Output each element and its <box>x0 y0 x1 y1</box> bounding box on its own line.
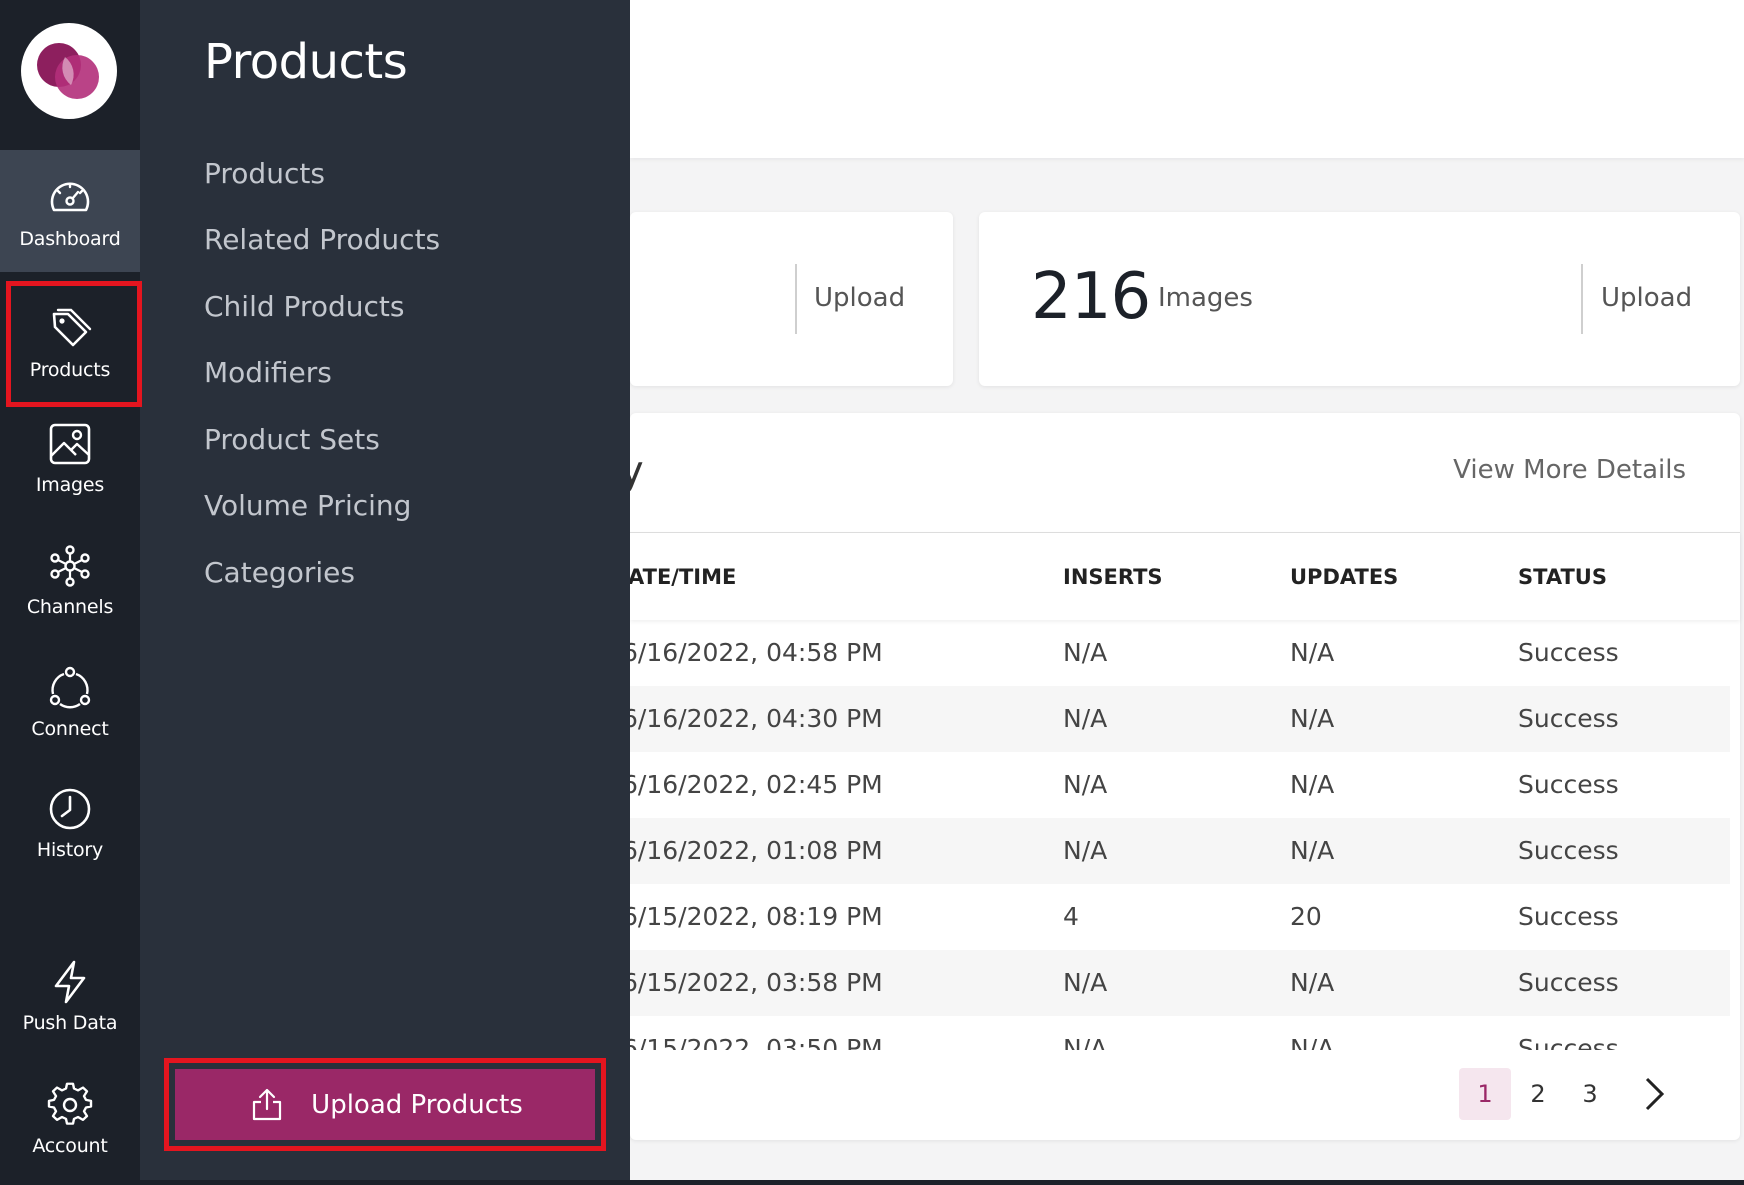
row-datetime: 6/16/2022, 02:45 PM <box>622 770 883 799</box>
row-status: Success <box>1518 704 1619 733</box>
upload-products-label: Upload Products <box>311 1089 523 1120</box>
rail-item-products[interactable]: Products <box>0 281 142 407</box>
page-2-button[interactable]: 2 <box>1512 1068 1564 1120</box>
upload-products-highlight: Upload Products <box>164 1058 606 1151</box>
row-status: Success <box>1518 902 1619 931</box>
tag-icon <box>52 308 92 347</box>
row-datetime: 6/15/2022, 03:58 PM <box>622 968 883 997</box>
view-more-details-link[interactable]: View More Details <box>1453 455 1686 485</box>
stat-card-divider <box>1581 264 1583 334</box>
menu-item-product-sets[interactable]: Product Sets <box>204 423 380 456</box>
row-updates: N/A <box>1290 836 1335 865</box>
upload-icon <box>253 1088 282 1120</box>
column-header-inserts[interactable]: INSERTS <box>1063 565 1163 589</box>
rail-item-label: Connect <box>31 718 109 740</box>
menu-item-related-products[interactable]: Related Products <box>204 223 440 256</box>
images-upload-link[interactable]: Upload <box>1601 283 1692 313</box>
menu-item-volume-pricing[interactable]: Volume Pricing <box>204 489 411 522</box>
rail-item-history[interactable]: History <box>0 761 140 883</box>
row-status: Success <box>1518 968 1619 997</box>
row-inserts: N/A <box>1063 770 1108 799</box>
column-header-updates[interactable]: UPDATES <box>1290 565 1398 589</box>
dashboard-gauge-icon <box>50 182 90 212</box>
row-inserts: N/A <box>1063 638 1108 667</box>
flyout-title: Products <box>204 34 408 90</box>
row-status: Success <box>1518 836 1619 865</box>
table-row[interactable]: 6/16/2022, 02:45 PM N/A N/A Success <box>622 752 1730 818</box>
rail-item-account[interactable]: Account <box>0 1057 140 1179</box>
icon-rail: Dashboard Products Images Channels Conne… <box>0 0 142 1185</box>
rail-item-images[interactable]: Images <box>0 396 140 518</box>
rail-item-label: History <box>36 839 104 861</box>
upload-products-button[interactable]: Upload Products <box>175 1069 595 1140</box>
column-header-datetime[interactable]: ATE/TIME <box>628 565 736 589</box>
rail-item-label: Dashboard <box>19 228 121 250</box>
row-updates: N/A <box>1290 968 1335 997</box>
row-updates: N/A <box>1290 770 1335 799</box>
images-label: Images <box>1158 283 1253 313</box>
gear-icon <box>47 1082 93 1125</box>
rail-item-label: Images <box>35 474 105 496</box>
row-updates: N/A <box>1290 1034 1335 1050</box>
row-datetime: 6/16/2022, 01:08 PM <box>622 836 883 865</box>
row-status: Success <box>1518 770 1619 799</box>
rail-item-label: Push Data <box>22 1012 118 1034</box>
table-row[interactable]: 6/15/2022, 03:50 PM N/A N/A Success <box>630 1020 1730 1050</box>
network-icon <box>50 545 90 587</box>
bottom-edge <box>0 1180 1744 1185</box>
menu-item-modifiers[interactable]: Modifiers <box>204 356 332 389</box>
row-inserts: 4 <box>1063 902 1079 931</box>
top-header-bar <box>630 0 1744 158</box>
row-updates: 20 <box>1290 902 1322 931</box>
row-status: Success <box>1518 638 1619 667</box>
lightning-icon <box>54 960 86 1004</box>
menu-item-products[interactable]: Products <box>204 157 325 190</box>
row-datetime: 6/16/2022, 04:30 PM <box>622 704 883 733</box>
image-icon <box>49 423 91 465</box>
rail-item-push-data[interactable]: Push Data <box>0 934 140 1056</box>
rail-item-dashboard[interactable]: Dashboard <box>0 150 140 272</box>
chevron-right-icon <box>1645 1077 1665 1111</box>
row-inserts: N/A <box>1063 1034 1108 1050</box>
rail-item-connect[interactable]: Connect <box>0 640 140 762</box>
row-datetime: 6/15/2022, 08:19 PM <box>622 902 883 931</box>
row-updates: N/A <box>1290 704 1335 733</box>
row-updates: N/A <box>1290 638 1335 667</box>
table-row[interactable]: 6/16/2022, 04:58 PM N/A N/A Success <box>622 620 1730 686</box>
rail-item-label: Channels <box>26 596 114 618</box>
images-count: 216 <box>1031 260 1151 334</box>
stat-card-upload-link[interactable]: Upload <box>814 283 905 313</box>
menu-item-child-products[interactable]: Child Products <box>204 290 404 323</box>
row-datetime: 6/15/2022, 03:50 PM <box>630 1034 883 1050</box>
rail-item-channels[interactable]: Channels <box>0 518 140 640</box>
page-3-button[interactable]: 3 <box>1564 1068 1616 1120</box>
products-flyout-menu: Products Products Related Products Child… <box>140 0 630 1185</box>
table-row[interactable]: 6/15/2022, 08:19 PM 4 20 Success <box>622 884 1730 950</box>
table-header: ATE/TIME INSERTS UPDATES STATUS <box>628 532 1740 620</box>
logo-icon <box>37 43 99 99</box>
row-inserts: N/A <box>1063 836 1108 865</box>
app-logo[interactable] <box>21 23 117 119</box>
stat-card-divider <box>795 264 797 334</box>
table-row[interactable]: 6/16/2022, 04:30 PM N/A N/A Success <box>622 686 1730 752</box>
table-row[interactable]: 6/15/2022, 03:58 PM N/A N/A Success <box>622 950 1730 1016</box>
row-status: Success <box>1518 1034 1619 1050</box>
row-datetime: 6/16/2022, 04:58 PM <box>622 638 883 667</box>
page-1-button[interactable]: 1 <box>1459 1068 1511 1120</box>
rail-item-label: Account <box>32 1135 108 1157</box>
next-page-button[interactable] <box>1628 1068 1680 1120</box>
menu-item-categories[interactable]: Categories <box>204 556 355 589</box>
column-header-status[interactable]: STATUS <box>1518 565 1607 589</box>
row-inserts: N/A <box>1063 704 1108 733</box>
rail-item-label: Products <box>29 359 111 381</box>
clock-icon <box>49 788 91 830</box>
row-inserts: N/A <box>1063 968 1108 997</box>
table-row[interactable]: 6/16/2022, 01:08 PM N/A N/A Success <box>622 818 1730 884</box>
connect-icon <box>49 666 91 709</box>
